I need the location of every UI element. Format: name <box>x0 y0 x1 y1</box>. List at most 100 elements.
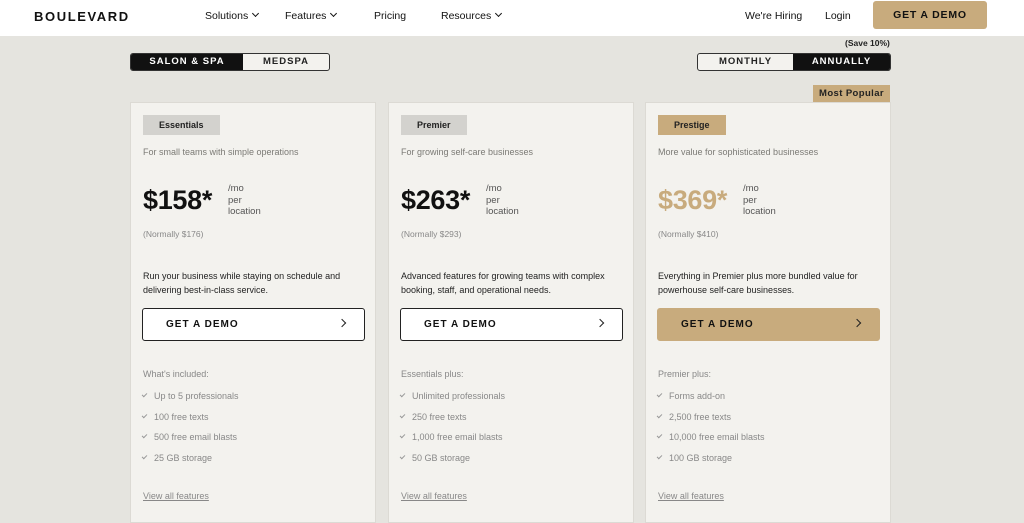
billing-toggle: MONTHLY ANNUALLY <box>697 53 891 71</box>
price-unit-line: /mo <box>743 183 759 194</box>
price-unit: /mo per location <box>228 183 278 218</box>
feature-label: 25 GB storage <box>154 452 213 463</box>
plan-price: $158* <box>143 185 213 215</box>
plan-subtitle: For small teams with simple operations <box>143 147 299 157</box>
price-unit-line: location <box>743 206 776 217</box>
nav-pricing[interactable]: Pricing <box>374 10 406 22</box>
feature-item: 1,000 free email blasts <box>399 432 505 453</box>
chevron-down-icon <box>495 9 503 18</box>
feature-item: 10,000 free email blasts <box>656 432 765 453</box>
feature-label: 250 free texts <box>412 411 467 422</box>
check-icon <box>656 391 663 398</box>
price-unit: /mo per location <box>743 183 793 218</box>
check-icon <box>399 453 406 459</box>
get-demo-button[interactable]: GET A DEMO <box>400 308 623 341</box>
feature-item: Up to 5 professionals <box>141 391 239 412</box>
feature-list: Unlimited professionals 250 free texts 1… <box>399 391 506 473</box>
plan-card-essentials: Essentials For small teams with simple o… <box>130 102 376 523</box>
feature-item: 500 free email blasts <box>141 432 239 453</box>
check-icon <box>399 412 406 418</box>
get-demo-label: GET A DEMO <box>166 319 239 330</box>
check-icon <box>656 432 663 439</box>
plan-price: $263* <box>401 185 471 215</box>
check-icon <box>399 432 406 439</box>
price-unit-line: /mo <box>228 183 244 194</box>
normal-price: (Normally $176) <box>143 229 204 239</box>
most-popular-badge: Most Popular <box>813 85 890 102</box>
feature-label: 500 free email blasts <box>154 432 238 442</box>
plan-card-premier: Premier For growing self-care businesses… <box>388 102 634 523</box>
header-demo-button[interactable]: GET A DEMO <box>873 1 987 29</box>
plan-name: Essentials <box>143 115 220 135</box>
feature-label: 2,500 free texts <box>669 411 732 422</box>
price-unit-line: per <box>486 194 500 206</box>
billing-monthly[interactable]: MONTHLY <box>698 54 793 70</box>
normal-price: (Normally $293) <box>401 229 462 239</box>
check-icon <box>656 453 663 459</box>
plan-subtitle: For growing self-care businesses <box>401 147 534 157</box>
check-icon <box>141 412 148 418</box>
feature-item: Unlimited professionals <box>399 391 506 412</box>
nav-resources-label: Resources <box>441 10 492 22</box>
nav-hiring[interactable]: We're Hiring <box>745 10 802 22</box>
get-demo-button[interactable]: GET A DEMO <box>142 308 365 341</box>
feature-label: 10,000 free email blasts <box>669 432 765 442</box>
feature-label: 1,000 free email blasts <box>412 432 503 442</box>
plan-description: Everything in Premier plus more bundled … <box>658 271 858 295</box>
price-unit-line: per <box>228 194 242 206</box>
feature-list: Forms add-on 2,500 free texts 10,000 fre… <box>656 391 765 474</box>
check-icon <box>141 432 148 439</box>
segment-salon-spa[interactable]: SALON & SPA <box>131 54 243 70</box>
price-unit-line: location <box>228 206 261 217</box>
price-unit-line: location <box>486 206 519 217</box>
feature-item: 2,500 free texts <box>656 411 765 433</box>
chevron-down-icon <box>330 9 338 18</box>
plan-price: $369* <box>658 185 728 215</box>
feature-label: Unlimited professionals <box>412 391 506 401</box>
nav-features[interactable]: Features <box>285 9 338 22</box>
nav-resources[interactable]: Resources <box>441 9 503 22</box>
view-all-features-link[interactable]: View all features <box>143 491 209 501</box>
save-note: (Save 10%) <box>845 38 890 48</box>
feature-label: 100 free texts <box>154 411 209 422</box>
price-unit: /mo per location <box>486 183 536 218</box>
feature-item: 100 free texts <box>141 411 239 433</box>
plan-description: Advanced features for growing teams with… <box>401 271 605 295</box>
check-icon <box>141 453 148 459</box>
top-navigation: BOULEVARD Solutions Features Pricing Res… <box>0 0 1024 36</box>
feature-item: Forms add-on <box>656 391 765 412</box>
segment-medspa[interactable]: MEDSPA <box>243 54 329 70</box>
feature-item: 25 GB storage <box>141 452 239 474</box>
nav-solutions-label: Solutions <box>205 10 249 22</box>
view-all-features-link[interactable]: View all features <box>658 491 724 501</box>
feature-item: 100 GB storage <box>656 452 765 474</box>
brand-logo[interactable]: BOULEVARD <box>34 9 130 24</box>
nav-features-label: Features <box>285 10 327 22</box>
included-heading: Essentials plus: <box>401 369 464 379</box>
view-all-features-link[interactable]: View all features <box>401 491 467 501</box>
plan-card-prestige: Prestige More value for sophisticated bu… <box>645 102 891 523</box>
chevron-right-icon <box>852 318 862 328</box>
feature-list: Up to 5 professionals 100 free texts 500… <box>141 391 239 474</box>
chevron-right-icon <box>595 318 605 328</box>
price-unit-line: /mo <box>486 183 502 194</box>
feature-label: 50 GB storage <box>412 452 471 463</box>
billing-annually[interactable]: ANNUALLY <box>793 54 890 70</box>
check-icon <box>656 412 663 418</box>
get-demo-label: GET A DEMO <box>424 319 497 330</box>
chevron-right-icon <box>337 318 347 328</box>
nav-solutions[interactable]: Solutions <box>205 9 260 22</box>
get-demo-label: GET A DEMO <box>681 319 754 330</box>
feature-label: 100 GB storage <box>669 452 733 463</box>
nav-login[interactable]: Login <box>825 10 851 22</box>
feature-item: 250 free texts <box>399 411 505 433</box>
included-heading: What's included: <box>143 369 209 379</box>
get-demo-button[interactable]: GET A DEMO <box>657 308 880 341</box>
chevron-down-icon <box>252 9 260 18</box>
segment-toggle: SALON & SPA MEDSPA <box>130 53 330 71</box>
feature-label: Up to 5 professionals <box>154 391 239 401</box>
check-icon <box>141 391 148 398</box>
included-heading: Premier plus: <box>658 369 712 379</box>
plan-name: Prestige <box>658 115 726 135</box>
check-icon <box>399 391 406 398</box>
